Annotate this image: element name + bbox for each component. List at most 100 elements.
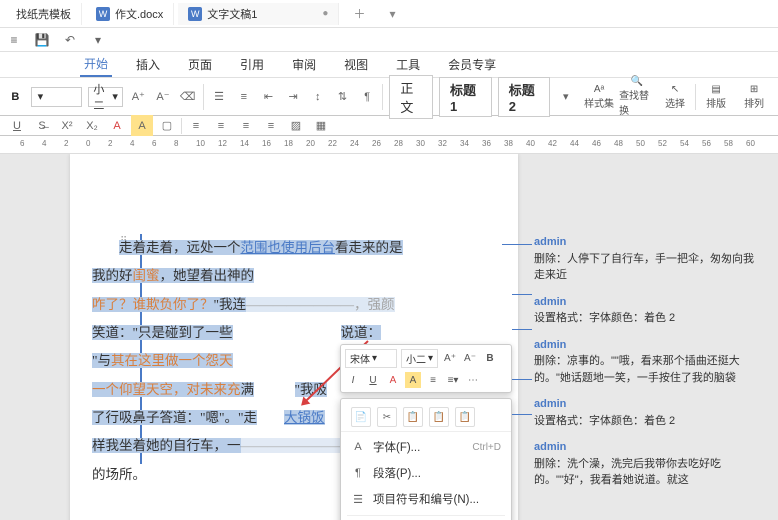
separator xyxy=(347,515,505,516)
close-icon[interactable]: ● xyxy=(322,8,328,19)
align-right-icon[interactable]: ≡ xyxy=(235,115,257,137)
paste-icon[interactable]: 📋 xyxy=(403,407,423,427)
select-button[interactable]: ↖选择 xyxy=(657,81,693,113)
mini-bullets-icon[interactable]: ≡ xyxy=(425,372,441,388)
font-icon: A xyxy=(351,441,365,453)
align-center-icon[interactable]: ≡ xyxy=(210,115,232,137)
horizontal-ruler[interactable]: 6420246810121416182022242628303234363840… xyxy=(0,136,778,154)
comment-item[interactable]: admin删除：洗个澡，洗完后我带你去吃好吃的。""好"，我看着她说道。就这 xyxy=(534,439,764,489)
char-border-icon[interactable]: ▢ xyxy=(156,115,178,137)
bullets-icon: ☰ xyxy=(351,493,365,506)
divider xyxy=(382,84,383,110)
menu-reference[interactable]: 引用 xyxy=(236,53,268,76)
find-replace-button[interactable]: 🔍查找替换 xyxy=(619,81,655,113)
superscript-icon[interactable]: X² xyxy=(56,115,78,137)
decrease-font-icon[interactable]: A⁻ xyxy=(154,86,173,108)
title-bar: 找纸壳模板 W作文.docx W文字文稿1● ＋ ▾ xyxy=(0,0,778,28)
arrange-button[interactable]: ⊞排列 xyxy=(736,81,772,113)
copy-icon[interactable]: 📄 xyxy=(351,407,371,427)
mini-underline-icon[interactable]: U xyxy=(365,372,381,388)
undo-icon[interactable]: ↶ xyxy=(62,32,78,48)
mini-font-size[interactable]: 小二▾ xyxy=(401,349,438,368)
indent-icon[interactable]: ⇥ xyxy=(284,86,303,108)
align-justify-icon[interactable]: ≡ xyxy=(260,115,282,137)
menu-member[interactable]: 会员专享 xyxy=(444,53,500,76)
style-heading1[interactable]: 标题 1 xyxy=(439,77,492,117)
word-icon: W xyxy=(188,7,202,21)
ribbon: B ▾ 小二 ▾ A⁺ A⁻ ⌫ ☰ ≡ ⇤ ⇥ ↕ ⇅ ¶ 正文 标题 1 标… xyxy=(0,78,778,116)
save-icon[interactable]: 💾 xyxy=(34,32,50,48)
paragraph-icon: ¶ xyxy=(351,467,365,479)
cut-icon[interactable]: ✂ xyxy=(377,407,397,427)
layout-button[interactable]: ▤排版 xyxy=(698,81,734,113)
style-more-icon[interactable]: ▾ xyxy=(556,86,575,108)
ctx-paragraph[interactable]: ¶段落(P)... xyxy=(341,460,511,486)
divider xyxy=(695,84,696,110)
mini-align-icon[interactable]: ≡▾ xyxy=(445,372,461,388)
font-family-dropdown[interactable]: ▾ xyxy=(31,87,83,107)
paste-special-icon[interactable]: 📋 xyxy=(429,407,449,427)
line-spacing-icon[interactable]: ↕ xyxy=(308,86,327,108)
search-icon[interactable]: ▾ xyxy=(90,32,106,48)
borders-icon[interactable]: ▦ xyxy=(310,115,332,137)
comment-connector xyxy=(512,414,532,415)
outdent-icon[interactable]: ⇤ xyxy=(259,86,278,108)
tab-menu-icon[interactable]: ▾ xyxy=(379,4,405,24)
context-menu: 📄 ✂ 📋 📋 📋 A字体(F)...Ctrl+D ¶段落(P)... ☰项目符… xyxy=(340,398,512,520)
strike-icon[interactable]: S̶ xyxy=(31,115,53,137)
comments-pane: admin删除：人停下了自行车，手一把伞，匆匆向我走来近 admin设置格式：字… xyxy=(534,234,764,499)
menu-page[interactable]: 页面 xyxy=(184,53,216,76)
bullet-list-icon[interactable]: ☰ xyxy=(210,86,229,108)
tab-templates[interactable]: 找纸壳模板 xyxy=(6,3,82,25)
clear-format-icon[interactable]: ⌫ xyxy=(178,86,197,108)
menu-home[interactable]: 开始 xyxy=(80,52,112,77)
mini-font-family[interactable]: 宋体▾ xyxy=(345,349,397,368)
paste-text-icon[interactable]: 📋 xyxy=(455,407,475,427)
mini-font-color-icon[interactable]: A xyxy=(385,372,401,388)
font-size-dropdown[interactable]: 小二 ▾ xyxy=(88,87,123,107)
mini-highlight-icon[interactable]: A xyxy=(405,372,421,388)
document-area: ⠿ 走着走着，远处一个范围也使用后台看走来的是 我的好闺蜜，她望着出神的 咋了？… xyxy=(0,154,778,520)
increase-font-icon[interactable]: A⁺ xyxy=(129,86,148,108)
mini-decrease-font-icon[interactable]: A⁻ xyxy=(462,351,478,367)
menu-view[interactable]: 视图 xyxy=(340,53,372,76)
comment-connector xyxy=(512,294,532,295)
align-left-icon[interactable]: ≡ xyxy=(185,115,207,137)
mini-italic-icon[interactable]: I xyxy=(345,372,361,388)
sort-icon[interactable]: ⇅ xyxy=(333,86,352,108)
divider xyxy=(181,118,182,134)
number-list-icon[interactable]: ≡ xyxy=(234,86,253,108)
paragraph-mark-icon[interactable]: ¶ xyxy=(358,86,377,108)
mini-bold-icon[interactable]: B xyxy=(482,351,498,367)
clipboard-row: 📄 ✂ 📋 📋 📋 xyxy=(341,403,511,432)
shading-icon[interactable]: ▨ xyxy=(285,115,307,137)
bold-button[interactable]: B xyxy=(6,86,25,108)
comment-connector xyxy=(512,379,532,380)
underline-icon[interactable]: U xyxy=(6,115,28,137)
styles-button[interactable]: Aᵃ样式集 xyxy=(581,81,617,113)
comment-item[interactable]: admin删除：凉事的。""哦，看来那个插曲还挺大的。"她话题地一笑，一手按住了… xyxy=(534,337,764,387)
style-heading2[interactable]: 标题 2 xyxy=(498,77,551,117)
mini-toolbar: 宋体▾ 小二▾ A⁺ A⁻ B I U A A ≡ ≡▾ ⋯ xyxy=(340,344,512,393)
mini-increase-font-icon[interactable]: A⁺ xyxy=(442,351,458,367)
tab-doc1[interactable]: W作文.docx xyxy=(86,3,174,25)
comment-item[interactable]: admin设置格式：字体颜色：着色 2 xyxy=(534,294,764,327)
style-normal[interactable]: 正文 xyxy=(389,75,433,119)
new-tab-button[interactable]: ＋ xyxy=(343,2,375,25)
comment-item[interactable]: admin设置格式：字体颜色：着色 2 xyxy=(534,396,764,429)
comment-item[interactable]: admin删除：人停下了自行车，手一把伞，匆匆向我走来近 xyxy=(534,234,764,284)
subscript-icon[interactable]: X₂ xyxy=(81,115,103,137)
word-icon: W xyxy=(96,7,110,21)
mini-more-icon[interactable]: ⋯ xyxy=(465,372,481,388)
font-color-icon[interactable]: A xyxy=(106,115,128,137)
highlight-icon[interactable]: A xyxy=(131,115,153,137)
menu-icon[interactable]: ≡ xyxy=(6,32,22,48)
ctx-font[interactable]: A字体(F)...Ctrl+D xyxy=(341,434,511,460)
tab-doc2[interactable]: W文字文稿1● xyxy=(178,3,339,25)
menu-tools[interactable]: 工具 xyxy=(392,53,424,76)
menu-insert[interactable]: 插入 xyxy=(132,53,164,76)
quick-access-bar: ≡ 💾 ↶ ▾ xyxy=(0,28,778,52)
ctx-bullets[interactable]: ☰项目符号和编号(N)... xyxy=(341,486,511,512)
divider xyxy=(203,84,204,110)
menu-review[interactable]: 审阅 xyxy=(288,53,320,76)
